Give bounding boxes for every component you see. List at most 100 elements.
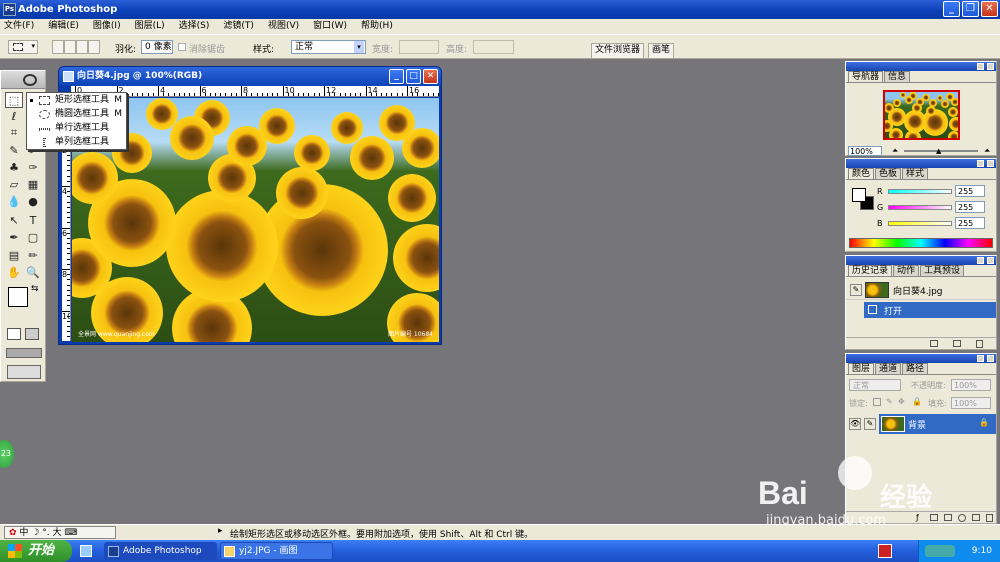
task-paint[interactable]: yj2.JPG - 画图 <box>220 542 333 560</box>
lock-transparency-icon[interactable] <box>873 398 881 406</box>
layer-row-background[interactable]: 👁 ✎ 背景 🔒 <box>846 414 996 434</box>
new-document-from-state-icon[interactable] <box>930 340 938 347</box>
intersect-selection-button[interactable] <box>88 40 100 54</box>
quicklaunch-icon[interactable] <box>80 545 92 557</box>
document-maximize-button[interactable]: □ <box>406 69 421 84</box>
tab-tool-presets[interactable]: 工具预设 <box>920 265 965 276</box>
menu-edit[interactable]: 编辑(E) <box>48 19 79 34</box>
new-selection-button[interactable] <box>52 40 64 54</box>
pen-tool[interactable]: ✒ <box>5 230 23 246</box>
trash-icon[interactable] <box>986 514 993 522</box>
history-step-row[interactable]: 打开 <box>864 302 996 318</box>
panel-minimize-button[interactable] <box>977 160 984 167</box>
g-input[interactable]: 255 <box>955 201 985 213</box>
tray-app-icon[interactable] <box>878 544 892 558</box>
panel-minimize-button[interactable] <box>977 355 984 362</box>
width-input[interactable] <box>399 40 439 54</box>
ime-toolbar[interactable]: ✿ 中 ☽ °. 大 ⌨ <box>4 526 116 539</box>
start-button[interactable]: 开始 <box>0 540 72 562</box>
menu-help[interactable]: 帮助(H) <box>361 19 393 34</box>
lock-move-icon[interactable]: ✥ <box>898 397 905 406</box>
opacity-input[interactable]: 100% <box>951 379 991 391</box>
r-input[interactable]: 255 <box>955 185 985 197</box>
marquee-tool[interactable]: ⬚ <box>5 92 23 108</box>
color-fg-swatch[interactable] <box>852 188 866 202</box>
history-brush-source-icon[interactable]: ✎ <box>850 284 862 296</box>
fill-input[interactable]: 100% <box>951 397 991 409</box>
zoom-slider-thumb[interactable]: ▲ <box>936 147 941 155</box>
lasso-tool[interactable]: ℓ <box>5 109 23 125</box>
flyout-item-ellipse-marquee[interactable]: 椭圆选框工具 M <box>27 108 126 121</box>
menu-window[interactable]: 窗口(W) <box>313 19 347 34</box>
hand-tool[interactable]: ✋ <box>5 265 23 281</box>
path-select-tool[interactable]: ↖ <box>5 213 23 229</box>
restore-button[interactable]: ❐ <box>962 1 979 17</box>
panel-close-button[interactable] <box>987 257 994 264</box>
tab-brushes[interactable]: 画笔 <box>648 43 675 58</box>
color-spectrum-bar[interactable] <box>849 238 993 248</box>
flyout-item-column-marquee[interactable]: 单列选框工具 <box>27 136 126 149</box>
menu-select[interactable]: 选择(S) <box>179 19 210 34</box>
tab-styles[interactable]: 样式 <box>902 168 929 179</box>
eyedropper-tool[interactable]: ✏ <box>24 248 42 264</box>
shape-tool[interactable]: ▢ <box>24 230 42 246</box>
quickmask-mode-button[interactable] <box>25 328 39 340</box>
zoom-out-icon[interactable]: ⏶ <box>892 146 898 156</box>
jump-to-imageready-button[interactable] <box>7 365 41 379</box>
zoom-in-icon[interactable]: ⏶ <box>984 146 990 156</box>
flyout-item-row-marquee[interactable]: 单行选框工具 <box>27 122 126 135</box>
antialias-checkbox[interactable] <box>178 43 186 51</box>
gradient-tool[interactable]: ▦ <box>24 177 42 193</box>
type-tool[interactable]: T <box>24 213 42 229</box>
notes-tool[interactable]: ▤ <box>5 248 23 264</box>
history-snapshot-row[interactable]: ✎ 向日葵4.jpg <box>846 280 996 300</box>
navigator-zoom-field[interactable]: 100% <box>848 146 882 156</box>
tab-file-browser[interactable]: 文件浏览器 <box>591 43 645 58</box>
swap-colors-icon[interactable]: ⇆ <box>31 284 39 294</box>
panel-close-button[interactable] <box>987 63 994 70</box>
tab-paths[interactable]: 路径 <box>902 363 929 374</box>
g-slider[interactable] <box>888 205 952 210</box>
lock-all-icon[interactable]: 🔒 <box>912 397 922 406</box>
dodge-tool[interactable]: ● <box>24 194 42 210</box>
menu-filter[interactable]: 滤镜(T) <box>223 19 254 34</box>
crop-tool[interactable]: ⌗ <box>5 125 23 141</box>
stamp-tool[interactable]: ♣ <box>5 160 23 176</box>
navigator-thumbnail[interactable] <box>883 90 960 140</box>
style-select[interactable]: 正常 ▾ <box>291 40 366 54</box>
standard-mode-button[interactable] <box>7 328 21 340</box>
b-slider[interactable] <box>888 221 952 226</box>
tab-color[interactable]: 颜色 <box>848 168 875 179</box>
tab-info[interactable]: 信息 <box>884 71 911 82</box>
lock-paint-icon[interactable]: ✎ <box>886 397 893 406</box>
menu-view[interactable]: 视图(V) <box>268 19 299 34</box>
trash-icon[interactable] <box>976 340 983 348</box>
tab-swatches[interactable]: 色板 <box>875 168 902 179</box>
height-input[interactable] <box>473 40 514 54</box>
document-minimize-button[interactable]: _ <box>389 69 404 84</box>
task-photoshop[interactable]: Adobe Photoshop <box>104 542 217 560</box>
history-brush-tool[interactable]: ✑ <box>24 160 42 176</box>
menu-layer[interactable]: 图层(L) <box>135 19 165 34</box>
subtract-selection-button[interactable] <box>76 40 88 54</box>
blur-tool[interactable]: 💧 <box>5 194 23 210</box>
document-close-button[interactable]: ✕ <box>423 69 438 84</box>
tab-channels[interactable]: 通道 <box>875 363 902 374</box>
tab-layers[interactable]: 图层 <box>848 363 875 374</box>
flyout-item-rect-marquee[interactable]: 矩形选框工具 M <box>27 94 126 107</box>
eye-icon[interactable]: 👁 <box>849 418 861 430</box>
panel-close-button[interactable] <box>987 355 994 362</box>
r-slider[interactable] <box>888 189 952 194</box>
healing-tool[interactable]: ✎ <box>5 143 23 159</box>
floating-badge[interactable]: 23 <box>0 440 14 468</box>
b-input[interactable]: 255 <box>955 217 985 229</box>
tray-icons[interactable] <box>925 545 955 557</box>
tool-preset-picker[interactable]: ▾ <box>8 40 38 54</box>
new-snapshot-icon[interactable] <box>953 340 961 347</box>
panel-minimize-button[interactable] <box>977 257 984 264</box>
minimize-button[interactable]: _ <box>943 1 960 17</box>
tab-history[interactable]: 历史记录 <box>848 265 893 276</box>
feather-input[interactable]: 0 像素 <box>141 40 173 54</box>
add-selection-button[interactable] <box>64 40 76 54</box>
blend-mode-select[interactable]: 正常 <box>849 379 901 391</box>
